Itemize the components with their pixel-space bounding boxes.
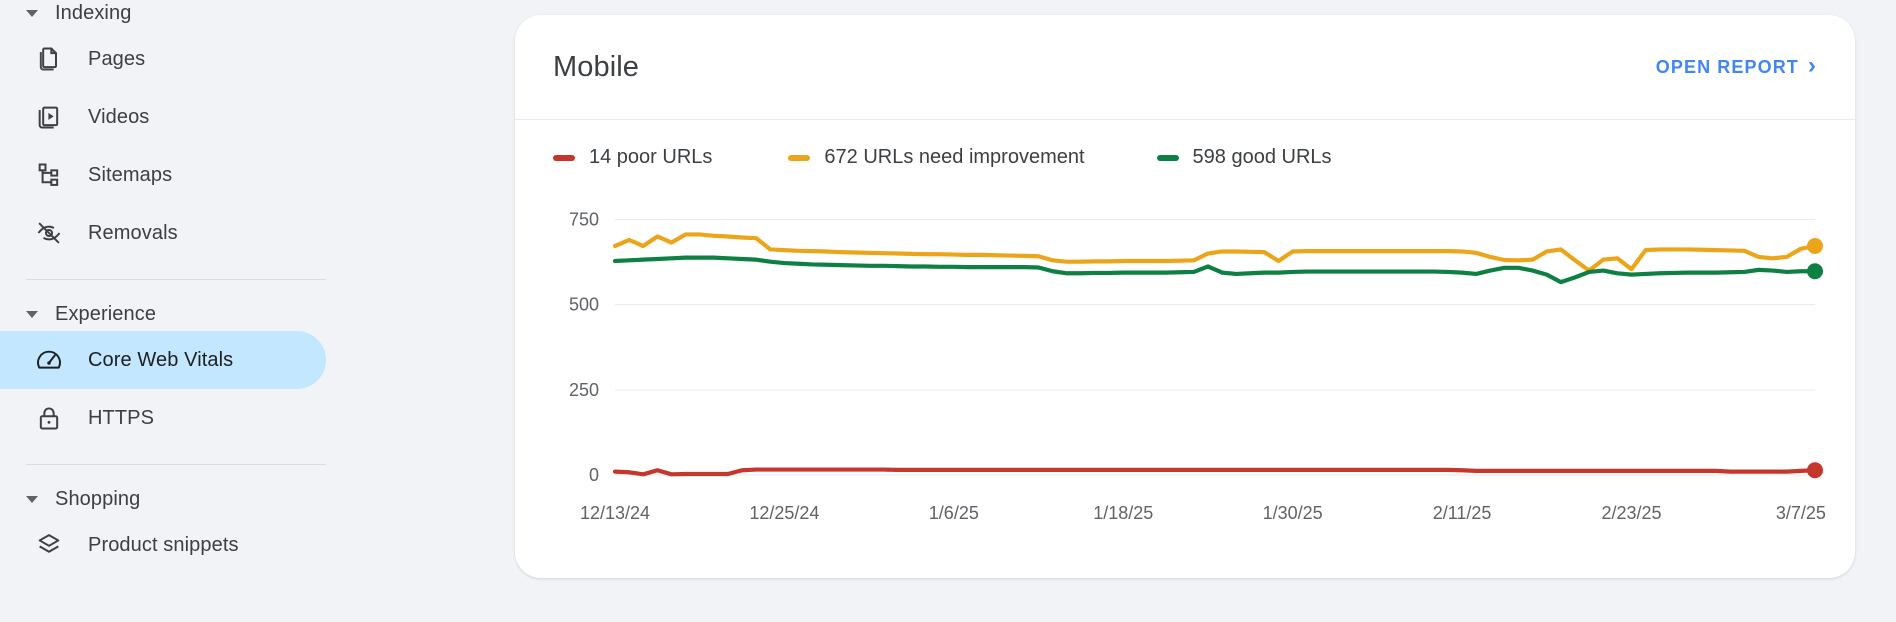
nav-group-shopping[interactable]: Shopping — [0, 482, 430, 516]
legend-swatch-good — [1156, 154, 1179, 161]
sidebar-item-label: Core Web Vitals — [88, 348, 234, 371]
sidebar-item-label: Removals — [88, 221, 178, 244]
chevron-right-icon: › — [1807, 52, 1817, 79]
videos-icon — [34, 102, 64, 132]
nav-group-label: Shopping — [55, 487, 141, 510]
card-header: Mobile OPEN REPORT › — [515, 15, 1855, 120]
sidebar-item-core-web-vitals[interactable]: Core Web Vitals — [0, 331, 326, 389]
x-axis-tick: 1/6/25 — [929, 503, 979, 523]
chart-legend: 14 poor URLs 672 URLs need improvement 5… — [515, 120, 1855, 169]
series-line — [612, 467, 1818, 477]
sidebar-item-product-snippets[interactable]: Product snippets — [0, 516, 326, 574]
series-end-marker — [1807, 462, 1823, 479]
series-end-marker — [1807, 238, 1823, 255]
legend-swatch-needs-improvement — [788, 154, 811, 161]
legend-label-poor: 14 poor URLs — [589, 146, 713, 168]
sidebar-item-sitemaps[interactable]: Sitemaps — [0, 146, 326, 204]
x-axis-tick: 1/30/25 — [1263, 503, 1323, 523]
layers-icon — [34, 530, 64, 560]
legend-item-good[interactable]: 598 good URLs — [1156, 146, 1332, 169]
open-report-label: OPEN REPORT — [1655, 56, 1799, 77]
chart-svg: 0 250 500 750 12/13/24 12/25/24 1/6/25 1/18/25 1… — [569, 209, 1826, 523]
series-end-marker — [1807, 263, 1823, 280]
x-axis-tick: 12/13/24 — [580, 503, 650, 523]
chevron-down-icon — [26, 9, 38, 17]
sidebar-item-pages[interactable]: Pages — [0, 30, 326, 88]
x-axis-tick: 12/25/24 — [749, 503, 819, 523]
open-report-link[interactable]: OPEN REPORT › — [1655, 52, 1817, 79]
sidebar-divider-1 — [26, 279, 326, 280]
legend-item-needs-improvement[interactable]: 672 URLs need improvement — [788, 146, 1085, 169]
y-axis-tick: 750 — [569, 209, 599, 229]
legend-item-poor[interactable]: 14 poor URLs — [553, 146, 712, 169]
sidebar-item-label: Pages — [88, 47, 146, 70]
sidebar-item-https[interactable]: HTTPS — [0, 389, 326, 447]
sitemaps-icon — [34, 160, 64, 190]
core-web-vitals-line-chart: 0 250 500 750 12/13/24 12/25/24 1/6/25 1/18/25 1… — [515, 187, 1855, 547]
sidebar-item-label: Product snippets — [88, 533, 239, 556]
nav-group-label: Experience — [55, 302, 157, 325]
legend-label-good: 598 good URLs — [1192, 146, 1332, 168]
left-sidebar: Indexing Pages Videos Sitemaps Removals … — [0, 0, 430, 622]
sidebar-item-label: Sitemaps — [88, 163, 173, 186]
sidebar-item-label: Videos — [88, 105, 150, 128]
x-axis-tick: 3/7/25 — [1776, 503, 1826, 523]
sidebar-item-videos[interactable]: Videos — [0, 88, 326, 146]
removals-icon — [34, 218, 64, 248]
chevron-down-icon — [26, 495, 38, 503]
y-axis-tick: 500 — [569, 295, 599, 315]
x-axis-tick: 2/23/25 — [1601, 503, 1661, 523]
y-axis-tick: 250 — [569, 380, 599, 400]
nav-group-indexing[interactable]: Indexing — [0, 0, 430, 30]
page-title: Mobile — [553, 50, 640, 83]
speedometer-icon — [34, 345, 64, 375]
legend-label-needs-improvement: 672 URLs need improvement — [824, 146, 1085, 168]
chevron-down-icon — [26, 310, 38, 318]
pages-icon — [34, 44, 64, 74]
sidebar-divider-2 — [26, 464, 326, 465]
main-content: Mobile OPEN REPORT › 14 poor URLs 672 UR… — [430, 0, 1896, 622]
x-axis-tick: 2/11/25 — [1433, 503, 1492, 523]
app-screen: Indexing Pages Videos Sitemaps Removals … — [0, 0, 1896, 622]
nav-group-experience[interactable]: Experience — [0, 297, 430, 331]
sidebar-item-label: HTTPS — [88, 406, 155, 429]
y-axis-tick: 0 — [589, 465, 599, 485]
lock-icon — [34, 403, 64, 433]
sidebar-item-removals[interactable]: Removals — [0, 204, 326, 262]
core-web-vitals-mobile-card: Mobile OPEN REPORT › 14 poor URLs 672 UR… — [515, 15, 1855, 578]
legend-swatch-poor — [553, 154, 575, 161]
x-axis-tick: 1/18/25 — [1093, 503, 1153, 523]
nav-group-label: Indexing — [55, 1, 132, 24]
